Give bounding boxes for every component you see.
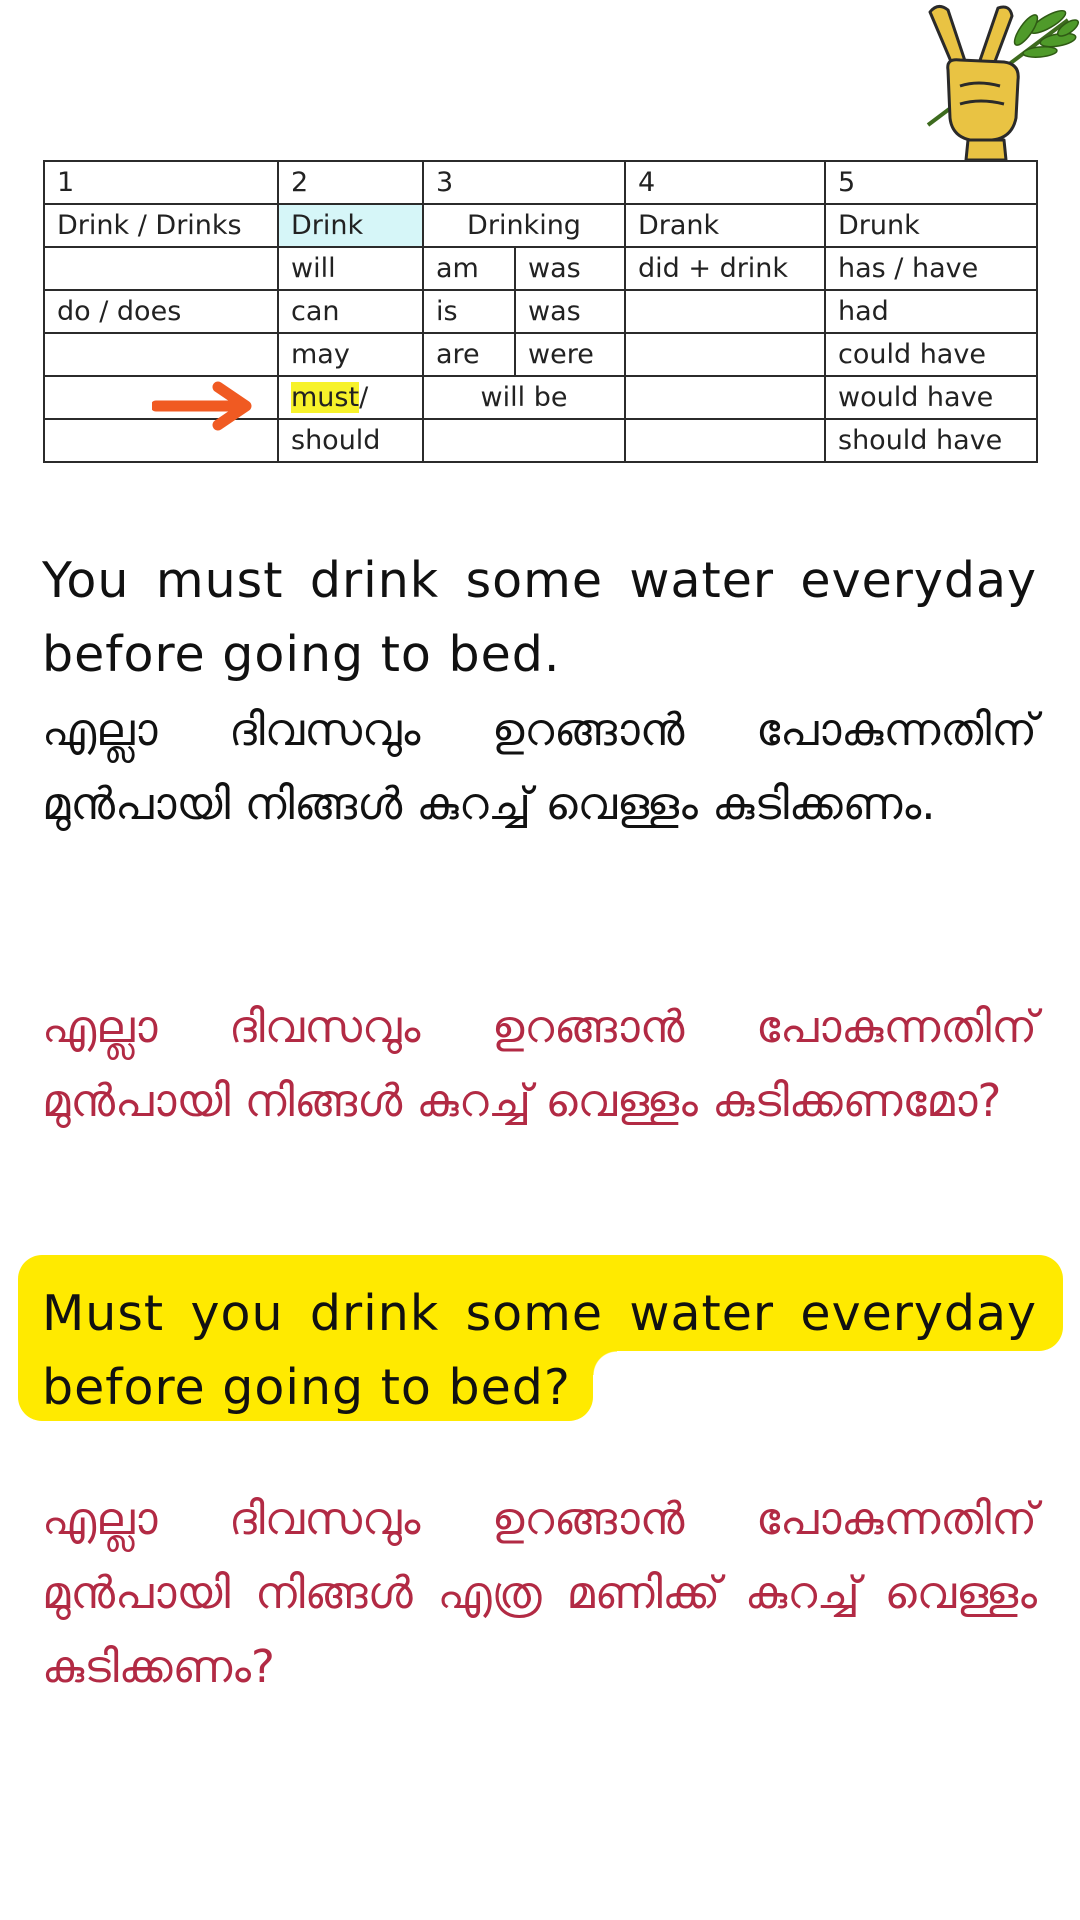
table-cell: has / have: [824, 246, 1038, 291]
table-cell: am: [422, 246, 516, 291]
table-cell: [624, 332, 826, 377]
table-cell: Drunk: [824, 203, 1038, 248]
table-cell: had: [824, 289, 1038, 334]
table-cell: [43, 332, 279, 377]
table-cell: is: [422, 289, 516, 334]
table-cell: do / does: [43, 289, 279, 334]
table-row: 1 2 3 4 5: [43, 160, 1038, 205]
table-row: will am was did + drink has / have: [43, 246, 1038, 291]
arrow-right-icon: [152, 381, 252, 431]
table-cell: 5: [824, 160, 1038, 205]
slash-separator: /: [359, 382, 369, 413]
table-cell: 3: [422, 160, 626, 205]
table-cell: [624, 418, 826, 463]
table-cell: was: [514, 289, 626, 334]
table-cell: would have: [824, 375, 1038, 420]
english-question: Must you drink some water everyday befor…: [42, 1285, 1037, 1416]
table-cell: will: [277, 246, 424, 291]
table-cell: Drinking: [422, 203, 626, 248]
table-cell: Drank: [624, 203, 826, 248]
table-cell: are: [422, 332, 516, 377]
table-cell: [43, 246, 279, 291]
peace-hand-icon: [926, 5, 1079, 162]
table-cell: will be: [422, 375, 626, 420]
table-cell: should: [277, 418, 424, 463]
table-cell: must/: [277, 375, 424, 420]
highlighted-modal: must: [291, 382, 360, 413]
table-cell: [624, 375, 826, 420]
table-cell: Drink / Drinks: [43, 203, 279, 248]
table-cell: did + drink: [624, 246, 826, 291]
table-cell: 2: [277, 160, 424, 205]
table-cell: 4: [624, 160, 826, 205]
table-cell: 1: [43, 160, 279, 205]
table-cell: was: [514, 246, 626, 291]
table-row: do / does can is was had: [43, 289, 1038, 334]
table-cell: [624, 289, 826, 334]
english-sentence: You must drink some water everyday befor…: [42, 552, 1037, 683]
table-cell: can: [277, 289, 424, 334]
table-row: may are were could have: [43, 332, 1038, 377]
table-cell: should have: [824, 418, 1038, 463]
table-cell: were: [514, 332, 626, 377]
table-cell: Drink: [277, 203, 424, 248]
table-cell: could have: [824, 332, 1038, 377]
table-cell: may: [277, 332, 424, 377]
malayalam-translation: എല്ലാ ദിവസവും ഉറങ്ങാൻ പോകുന്നതിന് മുൻപായ…: [42, 703, 1037, 830]
malayalam-wh-question: എല്ലാ ദിവസവും ഉറങ്ങാൻ പോകുന്നതിന് മുൻപായ…: [42, 1492, 1037, 1693]
table-cell: [422, 418, 626, 463]
malayalam-question: എല്ലാ ദിവസവും ഉറങ്ങാൻ പോകുന്നതിന് മുൻപായ…: [42, 1000, 1037, 1127]
table-row: Drink / Drinks Drink Drinking Drank Drun…: [43, 203, 1038, 248]
